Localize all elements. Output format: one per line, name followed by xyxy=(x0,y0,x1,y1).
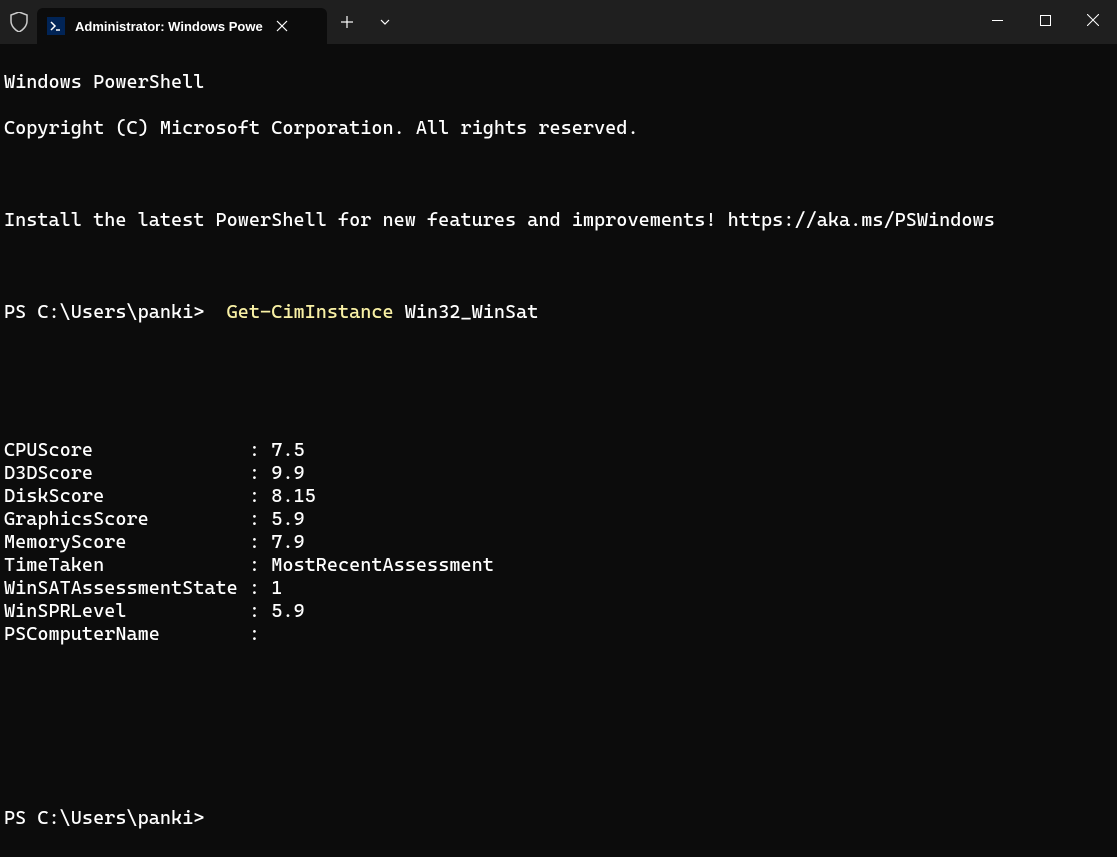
command-line: PS C:\Users\panki> Get-CimInstance Win32… xyxy=(4,301,1113,324)
window-controls xyxy=(973,0,1117,40)
result-value: 8.15 xyxy=(260,485,316,507)
result-key: D3DScore xyxy=(4,462,238,484)
terminal-output[interactable]: Windows PowerShell Copyright (C) Microso… xyxy=(0,44,1117,857)
result-row: D3DScore : 9.9 xyxy=(4,462,1113,485)
result-value: 7.5 xyxy=(260,439,305,461)
result-row: GraphicsScore : 5.9 xyxy=(4,508,1113,531)
result-key: GraphicsScore xyxy=(4,508,238,530)
blank-line xyxy=(4,715,1113,738)
result-key: DiskScore xyxy=(4,485,238,507)
cmdlet-name: Get-CimInstance xyxy=(227,301,394,323)
active-tab[interactable]: Administrator: Windows Powe xyxy=(37,8,327,44)
minimize-button[interactable] xyxy=(973,0,1021,40)
prompt: PS C:\Users\panki> xyxy=(4,807,1113,830)
blank-line xyxy=(4,255,1113,278)
blank-line xyxy=(4,669,1113,692)
result-row: PSComputerName : xyxy=(4,623,1113,646)
result-key: CPUScore xyxy=(4,439,238,461)
install-message: Install the latest PowerShell for new fe… xyxy=(4,209,1113,232)
result-value: 1 xyxy=(260,577,282,599)
result-key: WinSATAssessmentState xyxy=(4,577,238,599)
result-key: PSComputerName xyxy=(4,623,238,645)
cmdlet-arg: Win32_WinSat xyxy=(394,301,539,323)
result-key: MemoryScore xyxy=(4,531,238,553)
result-row: WinSPRLevel : 5.9 xyxy=(4,600,1113,623)
result-value: MostRecentAssessment xyxy=(260,554,494,576)
result-row: TimeTaken : MostRecentAssessment xyxy=(4,554,1113,577)
titlebar: Administrator: Windows Powe xyxy=(0,0,1117,44)
results-block: CPUScore : 7.5D3DScore : 9.9DiskScore : … xyxy=(4,439,1113,646)
result-row: WinSATAssessmentState : 1 xyxy=(4,577,1113,600)
maximize-button[interactable] xyxy=(1021,0,1069,40)
blank-line xyxy=(4,163,1113,186)
result-value: 5.9 xyxy=(260,508,305,530)
prompt: PS C:\Users\panki> xyxy=(4,301,227,323)
powershell-icon xyxy=(47,17,65,35)
result-row: MemoryScore : 7.9 xyxy=(4,531,1113,554)
blank-line xyxy=(4,393,1113,416)
banner-line: Copyright (C) Microsoft Corporation. All… xyxy=(4,117,1113,140)
new-tab-button[interactable] xyxy=(329,4,365,40)
tab-close-button[interactable] xyxy=(273,17,291,35)
result-key: WinSPRLevel xyxy=(4,600,238,622)
tab-title: Administrator: Windows Powe xyxy=(75,19,263,34)
close-window-button[interactable] xyxy=(1069,0,1117,40)
banner-line: Windows PowerShell xyxy=(4,71,1113,94)
result-row: CPUScore : 7.5 xyxy=(4,439,1113,462)
tab-dropdown-button[interactable] xyxy=(367,4,403,40)
result-key: TimeTaken xyxy=(4,554,238,576)
result-value: 7.9 xyxy=(260,531,305,553)
result-value: 5.9 xyxy=(260,600,305,622)
blank-line xyxy=(4,347,1113,370)
shield-icon xyxy=(5,8,33,36)
blank-line xyxy=(4,761,1113,784)
result-value: 9.9 xyxy=(260,462,305,484)
result-row: DiskScore : 8.15 xyxy=(4,485,1113,508)
